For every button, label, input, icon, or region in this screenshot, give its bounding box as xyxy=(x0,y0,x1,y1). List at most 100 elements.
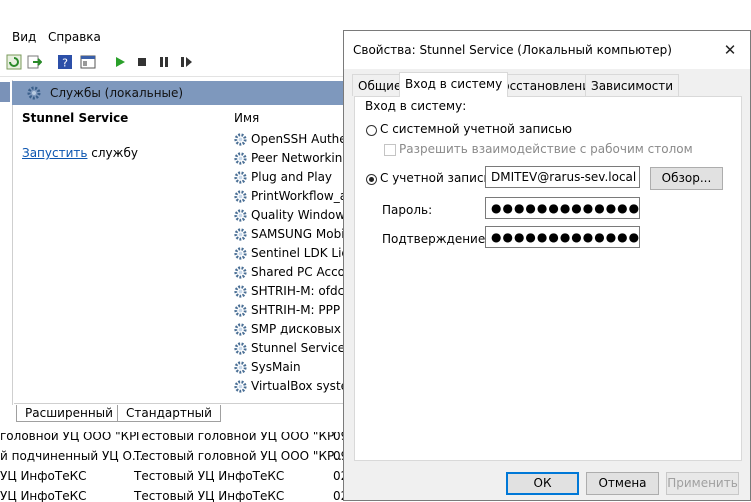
close-icon[interactable]: ✕ xyxy=(718,39,742,61)
service-row[interactable]: SHTRIH-M: ofdcc xyxy=(232,282,352,301)
menu-view[interactable]: Вид xyxy=(12,30,36,44)
desktop-interact-label: Разрешить взаимодействие с рабочим столо… xyxy=(399,142,693,156)
services-gear-icon xyxy=(27,86,41,100)
service-gear-icon xyxy=(234,152,247,165)
service-gear-icon xyxy=(234,285,247,298)
service-gear-icon xyxy=(234,247,247,260)
apply-button: Применить xyxy=(666,472,739,495)
tab-dependencies[interactable]: Зависимости xyxy=(585,74,680,96)
service-gear-icon xyxy=(234,171,247,184)
refresh-icon[interactable] xyxy=(6,54,22,70)
service-row[interactable]: Peer Networking xyxy=(232,149,352,168)
service-name: Plug and Play xyxy=(251,170,333,184)
background-cell: Тестовый головной УЦ ООО "КР... xyxy=(134,449,345,463)
restart-service-icon[interactable] xyxy=(178,54,194,70)
service-row[interactable]: SysMain xyxy=(232,358,352,377)
start-service-icon[interactable] xyxy=(112,54,128,70)
logon-tab-panel: Вход в систему: С системной учетной запи… xyxy=(354,96,742,461)
service-name: SAMSUNG Mobil xyxy=(251,227,348,241)
service-row[interactable]: SMP дисковых п xyxy=(232,320,352,339)
dialog-title: Свойства: Stunnel Service (Локальный ком… xyxy=(353,43,672,57)
export-list-icon[interactable] xyxy=(26,54,42,70)
background-cell: УЦ ИнфоТеКС xyxy=(0,469,87,483)
service-name: OpenSSH Authen xyxy=(251,132,352,146)
background-cell: Тестовый УЦ ИнфоТеКС xyxy=(134,489,285,502)
service-gear-icon xyxy=(234,190,247,203)
service-description-pane: Stunnel Service Запустить службу xyxy=(14,106,224,406)
service-row[interactable]: Sentinel LDK Lice xyxy=(232,244,352,263)
service-name: PrintWorkflow_a0 xyxy=(251,189,352,203)
service-gear-icon xyxy=(234,133,247,146)
service-gear-icon xyxy=(234,380,247,393)
service-row[interactable]: PrintWorkflow_a0 xyxy=(232,187,352,206)
service-name: SMP дисковых п xyxy=(251,322,352,336)
tab-logon[interactable]: Вход в систему xyxy=(399,72,509,97)
service-row[interactable]: SAMSUNG Mobil xyxy=(232,225,352,244)
background-row: головной УЦ ООО "КР Тестовый головной УЦ … xyxy=(0,432,345,446)
account-field[interactable]: DMITEV@rarus-sev.local xyxy=(485,166,640,188)
service-name: SHTRIH-M: PPP n xyxy=(251,303,352,317)
tab-extended[interactable]: Расширенный xyxy=(16,405,122,422)
start-service-action: Запустить службу xyxy=(22,146,138,160)
background-cell: головной УЦ ООО "КР xyxy=(0,432,137,443)
desktop-interact-checkbox xyxy=(384,144,396,156)
confirm-password-field[interactable]: ●●●●●●●●●●●●●●● xyxy=(485,226,640,248)
stop-service-icon[interactable] xyxy=(134,54,150,70)
service-row[interactable]: VirtualBox system xyxy=(232,377,352,396)
service-row[interactable]: SHTRIH-M: PPP n xyxy=(232,301,352,320)
view-tabs: Расширенный Стандартный xyxy=(14,403,349,424)
service-properties-dialog: Свойства: Stunnel Service (Локальный ком… xyxy=(343,30,751,501)
tree-pane-edge xyxy=(0,80,13,405)
system-account-radio[interactable] xyxy=(366,125,377,136)
service-gear-icon xyxy=(234,361,247,374)
service-name: Quality Windows xyxy=(251,208,352,222)
background-cell: Тестовый головной УЦ ООО "КР xyxy=(134,432,335,443)
services-list: OpenSSH Authen Peer Networking Plug and Pl… xyxy=(232,130,352,402)
system-account-label[interactable]: С системной учетной записью xyxy=(380,122,572,136)
selected-service-title: Stunnel Service xyxy=(22,111,129,125)
dialog-title-bar[interactable]: Свойства: Stunnel Service (Локальный ком… xyxy=(344,31,750,69)
background-row: УЦ ИнфоТеКСТестовый УЦ ИнфоТеКС02 xyxy=(0,486,345,502)
service-gear-icon xyxy=(234,304,247,317)
service-name: Peer Networking xyxy=(251,151,350,165)
start-service-link[interactable]: Запустить xyxy=(22,146,87,160)
cancel-button[interactable]: Отмена xyxy=(586,472,659,495)
menu-help[interactable]: Справка xyxy=(48,30,101,44)
logon-group-label: Вход в систему: xyxy=(365,99,467,113)
service-row[interactable]: Plug and Play xyxy=(232,168,352,187)
background-cell: УЦ ИнфоТеКС xyxy=(0,489,87,502)
background-row: УЦ ИнфоТеКСТестовый УЦ ИнфоТеКС02 xyxy=(0,466,345,486)
browse-button[interactable]: Обзор... xyxy=(650,167,723,190)
service-name: SysMain xyxy=(251,360,301,374)
service-gear-icon xyxy=(234,228,247,241)
service-row[interactable]: Stunnel Service xyxy=(232,339,352,358)
service-row[interactable]: OpenSSH Authen xyxy=(232,130,352,149)
background-cell: Тестовый УЦ ИнфоТеКС xyxy=(134,469,285,483)
svg-text:?: ? xyxy=(62,57,68,70)
service-row[interactable]: Shared PC Accou xyxy=(232,263,352,282)
service-name: SHTRIH-M: ofdcc xyxy=(251,284,351,298)
ok-button[interactable]: ОК xyxy=(506,472,579,495)
background-certificate-list: головной УЦ ООО "КР Тестовый головной УЦ … xyxy=(0,432,345,502)
password-field[interactable]: ●●●●●●●●●●●●●●● xyxy=(485,197,640,219)
service-name: Stunnel Service xyxy=(251,341,346,355)
start-service-suffix: службу xyxy=(87,146,138,160)
service-gear-icon xyxy=(234,323,247,336)
pause-service-icon[interactable] xyxy=(156,54,172,70)
this-account-radio[interactable] xyxy=(366,174,377,185)
service-row[interactable]: Quality Windows xyxy=(232,206,352,225)
background-row: й подчиненный УЦ О... Тестовый головной У… xyxy=(0,446,345,466)
service-name: VirtualBox system xyxy=(251,379,352,393)
properties-icon[interactable] xyxy=(80,54,96,70)
service-gear-icon xyxy=(234,266,247,279)
help-icon[interactable]: ? xyxy=(57,54,73,70)
background-cell: й подчиненный УЦ О... xyxy=(0,449,144,463)
service-gear-icon xyxy=(234,209,247,222)
scope-header-title: Службы (локальные) xyxy=(50,86,184,100)
column-header-name[interactable]: Имя xyxy=(234,111,259,125)
service-gear-icon xyxy=(234,342,247,355)
service-name: Shared PC Accou xyxy=(251,265,352,279)
service-name: Sentinel LDK Lice xyxy=(251,246,352,260)
scope-header: Службы (локальные) xyxy=(12,81,347,105)
tab-standard[interactable]: Стандартный xyxy=(117,405,221,422)
